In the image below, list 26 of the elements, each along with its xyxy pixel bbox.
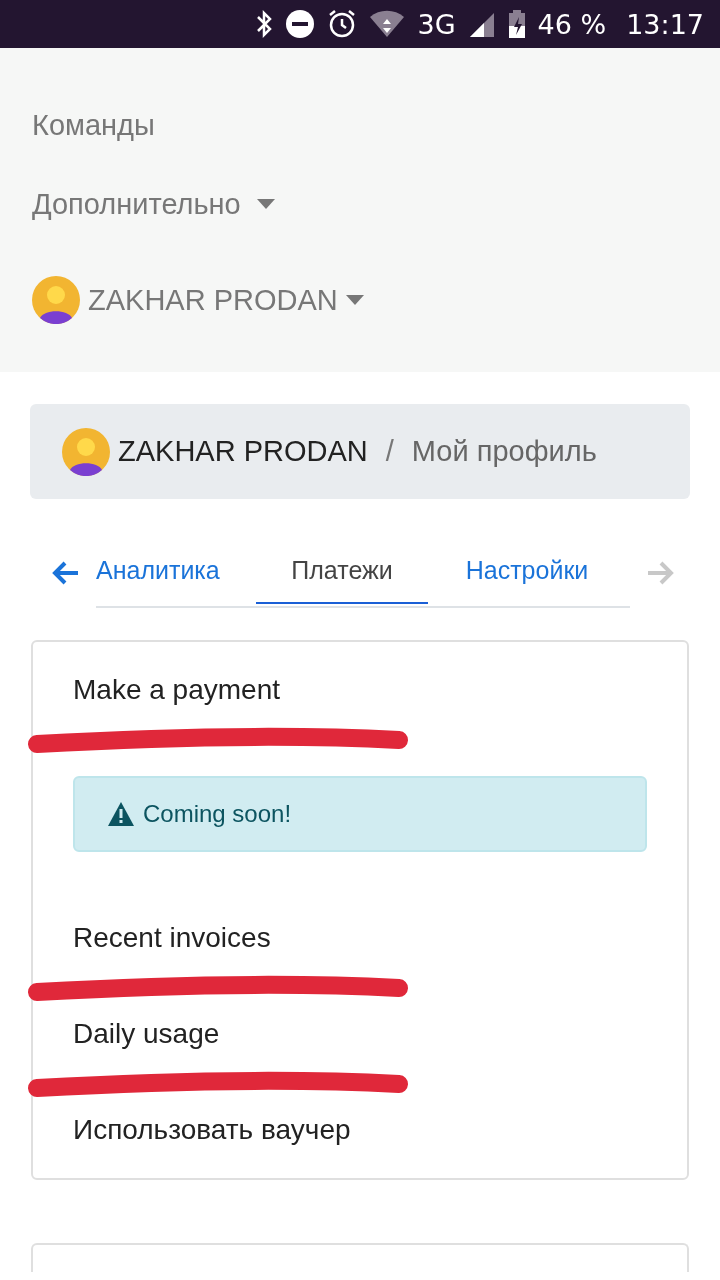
list-item[interactable]: Daily usage bbox=[33, 986, 687, 1082]
info-alert: Coming soon! bbox=[73, 776, 647, 852]
warning-icon bbox=[107, 801, 135, 827]
list-item[interactable]: Recent invoices bbox=[33, 890, 687, 986]
list-item[interactable]: Make a payment bbox=[33, 642, 687, 738]
nav-dropdown[interactable]: Дополнительно bbox=[32, 184, 275, 224]
user-menu[interactable]: ZAKHAR PRODAN bbox=[32, 276, 364, 324]
caret-icon bbox=[256, 199, 275, 209]
breadcrumb-link[interactable]: ZAKHAR PRODAN bbox=[118, 435, 368, 468]
bluetooth-icon bbox=[255, 9, 274, 39]
clock: 13:17 bbox=[626, 8, 704, 40]
tab[interactable]: Платежи bbox=[256, 539, 428, 604]
tab[interactable]: Аналитика bbox=[96, 539, 256, 604]
network-type: 3G bbox=[417, 8, 456, 40]
wifi-icon bbox=[369, 9, 406, 39]
nav-link[interactable]: Команды bbox=[32, 105, 155, 145]
avatar-icon bbox=[62, 427, 110, 476]
breadcrumb-current: Мой профиль bbox=[411, 435, 597, 468]
breadcrumb-separator: / bbox=[385, 435, 394, 468]
tab[interactable]: Настройки bbox=[428, 539, 626, 604]
do-not-disturb-icon bbox=[285, 9, 316, 39]
battery-icon bbox=[507, 9, 526, 39]
caret-icon bbox=[345, 295, 364, 305]
avatar-icon bbox=[32, 276, 80, 324]
battery-level: 46 % bbox=[537, 8, 607, 40]
list-item[interactable]: Использовать ваучер bbox=[33, 1082, 687, 1178]
